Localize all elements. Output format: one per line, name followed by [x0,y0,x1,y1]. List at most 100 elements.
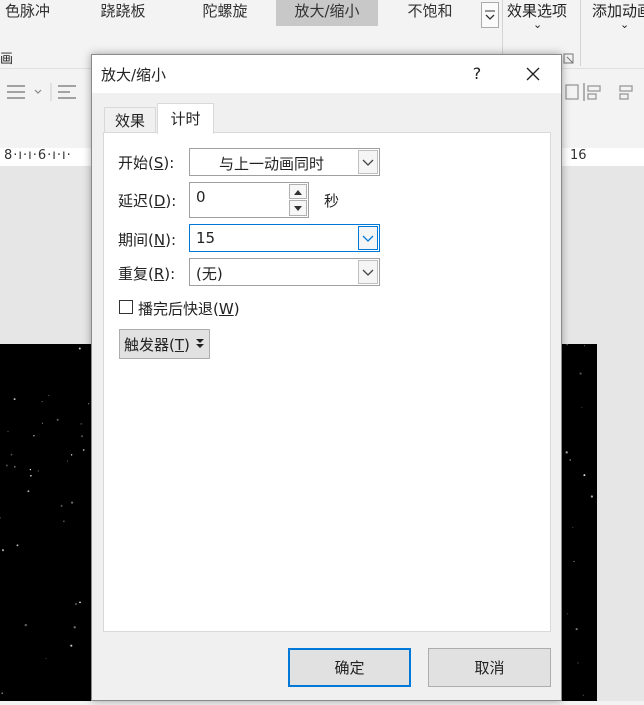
star [579,372,582,375]
triggers-label: 触发器(T) [124,335,190,354]
repeat-combobox[interactable]: (无) [189,258,380,286]
star [73,626,76,629]
repeat-value: (无) [196,265,223,283]
delay-label: 延迟(D): [118,192,177,210]
star [29,468,32,471]
star [566,344,568,346]
dialog-title: 放大/缩小 [101,66,167,84]
star [569,459,571,461]
star [5,464,8,467]
help-button[interactable]: ? [467,63,487,85]
star [577,662,579,664]
spin-down-button[interactable] [289,200,307,216]
gallery-item-spin[interactable]: 陀螺旋 [190,0,260,26]
star [13,398,16,401]
gallery-item-desaturate[interactable]: 不饱和 [394,0,466,26]
text-direction-icon[interactable] [564,81,644,103]
star [565,451,568,454]
close-icon [526,67,540,81]
star [583,474,586,477]
star [10,453,13,456]
star [27,490,30,493]
start-select[interactable]: 与上一动画同时 [189,148,380,176]
star [79,601,81,604]
star [70,501,74,504]
star [60,504,63,507]
star [41,422,44,424]
start-label: 开始(S): [118,154,175,172]
dialog-launcher-icon[interactable] [563,53,575,65]
spin-up-button[interactable] [289,184,307,199]
star [575,627,578,631]
tab-effect[interactable]: 效果 [104,107,156,133]
star [16,544,19,547]
star [45,658,47,659]
star [33,434,35,437]
ribbon-separator [580,0,581,66]
star [582,694,584,696]
delay-value: 0 [196,188,206,206]
gallery-item-color-pulse[interactable]: 色脉冲 [0,0,55,26]
dialog-titlebar[interactable]: 放大/缩小 ? [92,55,561,93]
star [56,418,59,421]
chevron-down-icon [485,10,495,20]
triangle-down-icon [294,206,302,211]
star [70,454,73,456]
star [80,423,82,425]
rewind-label[interactable]: 播完后快退(W) [138,298,240,319]
close-button[interactable] [518,61,548,87]
chevron-down-icon[interactable] [358,260,378,284]
chevron-down-icon[interactable] [358,226,378,250]
star [24,623,27,627]
group-label-fragment: 画 [0,52,14,67]
star [572,527,574,529]
star [66,460,68,462]
star [63,520,65,522]
star [584,345,585,347]
tab-timing[interactable]: 计时 [157,103,214,134]
star [70,644,73,647]
star [573,560,575,563]
star [81,435,84,438]
star [37,470,39,472]
gallery-item-teeter[interactable]: 跷跷板 [88,0,158,26]
rewind-checkbox[interactable] [119,300,133,314]
star [30,474,32,477]
star [74,603,78,606]
star [0,517,1,519]
double-chevron-down-icon [195,339,204,348]
star [1,692,4,695]
ruler-left-marks: 8·ı·ı·6·ı·ı· [4,148,72,163]
star [41,401,43,403]
star [78,347,81,350]
gallery-more-button[interactable] [481,2,499,28]
star [13,465,16,468]
duration-combobox[interactable]: 15 [189,224,380,252]
delay-unit: 秒 [324,192,340,210]
chevron-down-icon[interactable]: ⌄ [620,18,629,31]
add-animation-label[interactable]: 添加动画 [592,0,644,21]
star [590,495,594,498]
star [48,394,50,396]
gallery-item-grow-shrink[interactable]: 放大/缩小 [276,0,378,26]
triggers-button[interactable]: 触发器(T) [119,329,210,359]
duration-label: 期间(N): [118,231,176,249]
ruler-right-mark: 16 [570,148,587,163]
repeat-label: 重复(R): [118,265,176,283]
grow-shrink-dialog: 放大/缩小 ? 效果 计时 开始(S): 与上一动画同时 延迟(D): 0 秒 … [91,54,562,701]
star [7,431,9,433]
star [82,449,85,451]
star [1,549,5,552]
align-left-icon[interactable] [57,83,77,101]
chevron-down-icon[interactable]: ⌄ [533,18,542,31]
duration-value: 15 [196,229,216,247]
delay-spinner[interactable]: 0 [189,182,309,218]
cancel-button[interactable]: 取消 [428,648,551,687]
star [566,613,568,615]
start-value: 与上一动画同时 [219,155,325,173]
align-list-icon[interactable] [6,83,56,101]
timing-panel: 开始(S): 与上一动画同时 延迟(D): 0 秒 期间(N): 15 重复(R… [103,132,551,632]
ok-button[interactable]: 确定 [288,648,411,687]
star [581,406,583,408]
chevron-down-icon[interactable] [358,150,378,174]
